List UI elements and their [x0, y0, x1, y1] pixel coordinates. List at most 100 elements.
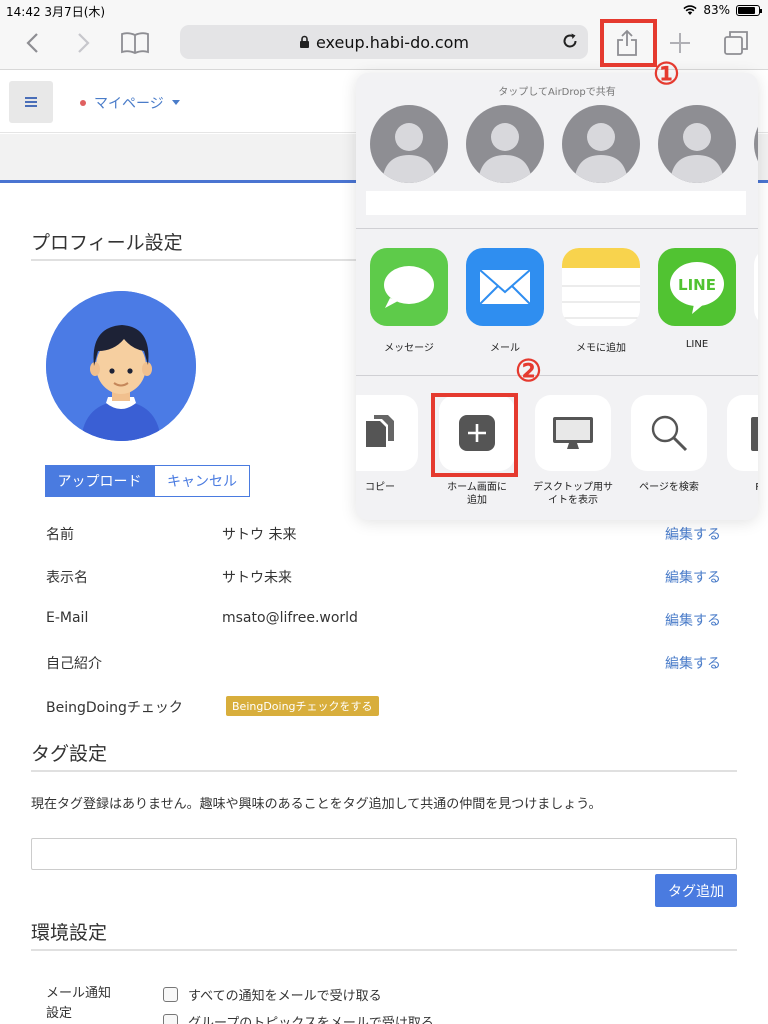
airdrop-contact[interactable]	[466, 105, 544, 183]
edit-email-link[interactable]: 編集する	[665, 610, 721, 630]
wifi-icon	[683, 4, 697, 15]
mypage-dot	[80, 100, 86, 106]
find-on-page-action[interactable]	[631, 395, 707, 471]
tag-empty-text: 現在タグ登録はありません。趣味や興味のあることをタグ追加して共通の仲間を見つけま…	[31, 797, 602, 812]
menu-button[interactable]	[9, 81, 53, 123]
airdrop-contact[interactable]	[562, 105, 640, 183]
more-app[interactable]	[754, 248, 758, 326]
beingdoing-button[interactable]: BeingDoingチェックをする	[226, 696, 379, 716]
mail-icon	[479, 269, 531, 305]
add-tag-button[interactable]: タグ追加	[655, 874, 737, 907]
mypage-label: マイページ	[94, 96, 164, 112]
messages-app[interactable]	[370, 248, 448, 326]
person-icon	[382, 123, 436, 183]
pdf-action[interactable]	[727, 395, 758, 471]
caret-down-icon	[171, 100, 180, 105]
tag-section-title: タグ設定	[31, 743, 108, 765]
mypage-menu[interactable]: マイページ	[80, 93, 180, 113]
edit-bio-link[interactable]: 編集する	[665, 653, 721, 673]
status-bar: 14:42 3月7日(木) 83%	[0, 0, 768, 20]
pdf-icon	[751, 417, 758, 451]
desktop-site-action[interactable]	[535, 395, 611, 471]
book-icon	[121, 32, 149, 54]
battery-icon	[736, 4, 762, 16]
status-time: 14:42 3月7日(木)	[6, 5, 106, 19]
environment-rule	[31, 949, 737, 951]
airdrop-contact[interactable]	[658, 105, 736, 183]
reload-icon[interactable]	[560, 31, 580, 51]
display-name-value: サトウ未来	[222, 570, 292, 586]
notes-icon	[562, 248, 640, 319]
copy-label: コピー	[365, 482, 395, 493]
find-icon	[651, 415, 688, 452]
sheet-divider	[356, 228, 758, 229]
airdrop-name-strip	[366, 191, 746, 215]
environment-section-title: 環境設定	[31, 922, 108, 944]
screen: 14:42 3月7日(木) 83% exeup.habi-do.com マイペー…	[0, 0, 768, 1024]
person-icon	[574, 123, 628, 183]
highlight-add-to-home	[431, 393, 518, 477]
find-on-page-label: ページを検索	[639, 482, 699, 493]
add-to-home-label: ホーム画面に 追加	[447, 482, 507, 506]
address-bar[interactable]: exeup.habi-do.com	[180, 25, 588, 59]
plus-icon	[670, 33, 690, 53]
avatar	[46, 291, 196, 441]
notes-app[interactable]	[562, 248, 640, 326]
email-value: msato@lifree.world	[222, 610, 358, 626]
chevron-left-icon	[26, 33, 38, 53]
mail-app[interactable]	[466, 248, 544, 326]
desktop-site-label: デスクトップ用サ イトを表示	[533, 482, 613, 506]
desktop-icon	[553, 417, 593, 449]
edit-name-link[interactable]: 編集する	[665, 524, 721, 544]
profile-section-title: プロフィール設定	[31, 232, 183, 254]
svg-text:LINE: LINE	[678, 276, 716, 294]
mail-label: メール	[490, 343, 520, 354]
battery-percent: 83%	[703, 3, 730, 17]
tabs-icon	[724, 31, 748, 55]
airdrop-contact[interactable]	[370, 105, 448, 183]
messages-icon	[384, 266, 434, 308]
bookmarks-button[interactable]	[117, 26, 153, 60]
mail-notification-label: メール通知設定	[46, 986, 112, 1021]
beingdoing-label: BeingDoingチェック	[46, 700, 183, 716]
name-value: サトウ 未来	[222, 527, 297, 543]
share-sheet: タップしてAirDropで共有 LINE メッセージ メール メモに追加 LIN…	[356, 73, 758, 520]
upload-button[interactable]: アップロード	[45, 465, 154, 497]
display-name-label: 表示名	[46, 570, 88, 586]
all-notifications-option[interactable]: すべての通知をメールで受け取る	[163, 985, 382, 1004]
status-right: 83%	[683, 3, 762, 17]
all-notifications-checkbox[interactable]	[163, 987, 178, 1002]
tag-input[interactable]	[31, 838, 737, 870]
step-1-marker: ①	[653, 57, 680, 92]
cancel-button[interactable]: キャンセル	[154, 465, 250, 497]
group-topics-label: グループのトピックスをメールで受け取る	[188, 1016, 434, 1024]
airdrop-contact[interactable]	[754, 105, 758, 183]
line-icon: LINE	[670, 262, 724, 314]
all-notifications-label: すべての通知をメールで受け取る	[188, 989, 382, 1004]
new-tab-button[interactable]	[662, 26, 698, 60]
chevron-right-icon	[78, 33, 90, 53]
tag-rule	[31, 770, 737, 772]
copy-icon	[366, 415, 394, 447]
airdrop-title: タップしてAirDropで共有	[498, 87, 616, 98]
edit-display-name-link[interactable]: 編集する	[665, 567, 721, 587]
hamburger-icon	[25, 95, 37, 109]
copy-action[interactable]	[356, 395, 418, 471]
bio-label: 自己紹介	[46, 656, 102, 672]
name-label: 名前	[46, 527, 74, 543]
highlight-share-button	[600, 19, 657, 67]
group-topics-checkbox[interactable]	[163, 1014, 178, 1024]
notes-label: メモに追加	[576, 343, 626, 354]
sheet-divider	[356, 375, 758, 376]
forward-button[interactable]	[66, 26, 102, 60]
url-text: exeup.habi-do.com	[315, 32, 469, 52]
back-button[interactable]	[14, 26, 50, 60]
line-app[interactable]: LINE	[658, 248, 736, 326]
person-icon	[478, 123, 532, 183]
step-2-marker: ②	[515, 354, 542, 389]
messages-label: メッセージ	[384, 343, 434, 354]
avatar-button-group: アップロード キャンセル	[45, 465, 250, 497]
tabs-button[interactable]	[718, 26, 754, 60]
pdf-label: PDF	[715, 481, 758, 494]
group-topics-option[interactable]: グループのトピックスをメールで受け取る	[163, 1012, 434, 1024]
